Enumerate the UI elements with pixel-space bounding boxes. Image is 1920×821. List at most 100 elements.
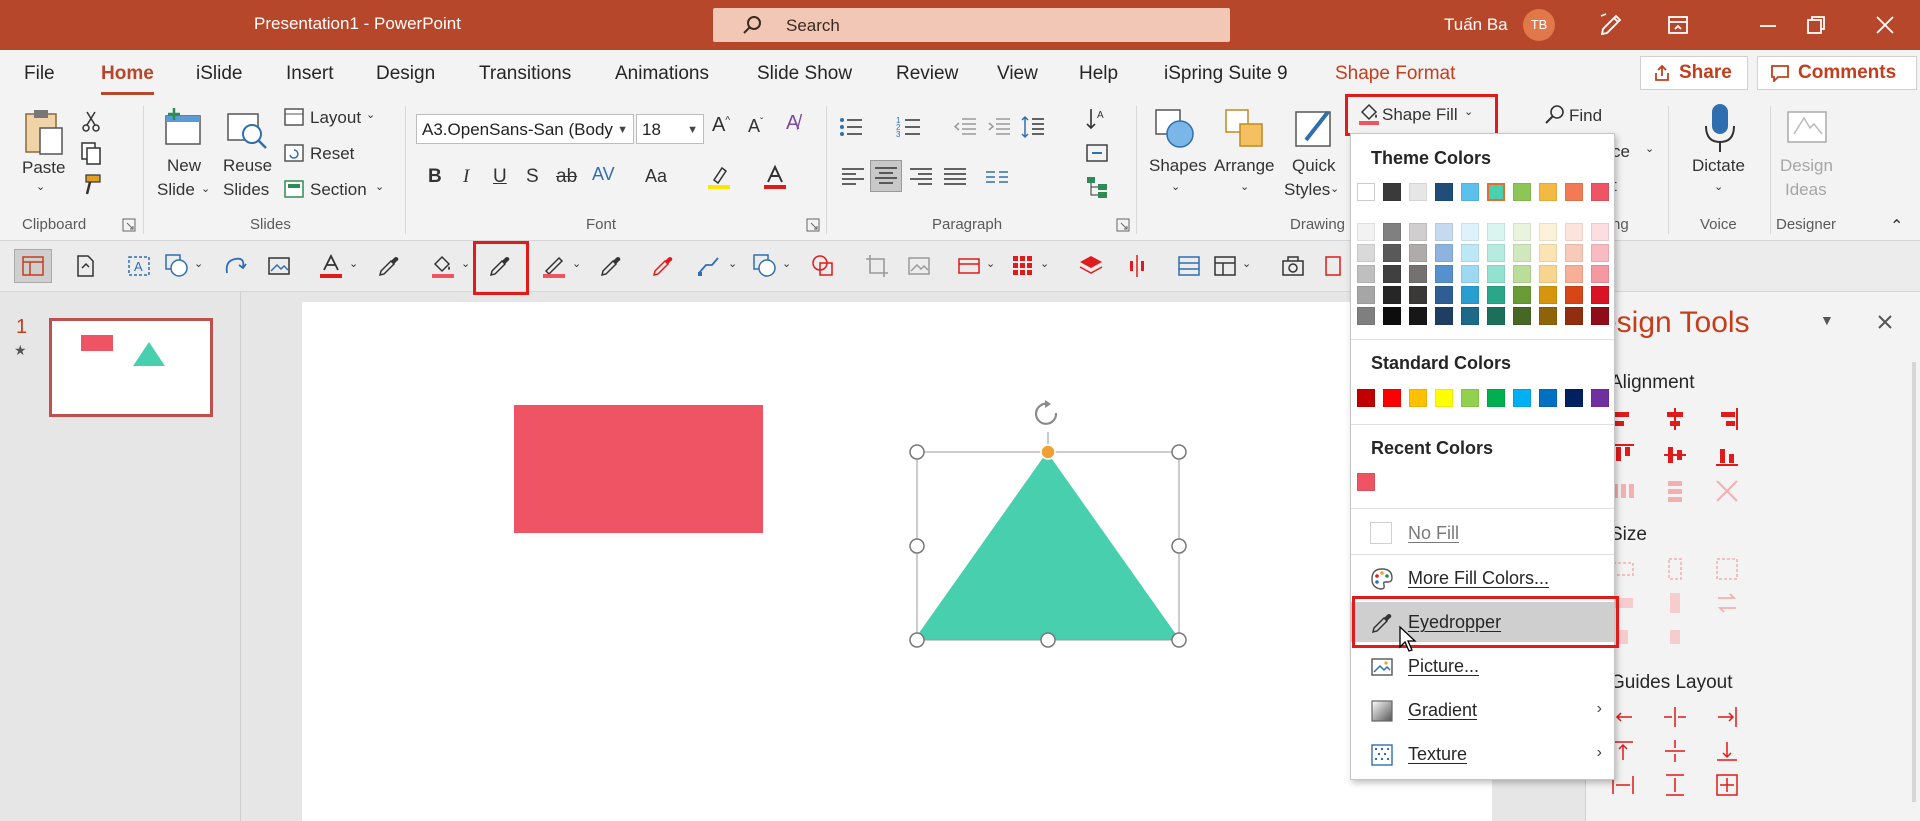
standard-color-swatch[interactable] bbox=[1435, 389, 1453, 407]
theme-shade-swatch[interactable] bbox=[1591, 244, 1609, 262]
minimize-icon[interactable] bbox=[1755, 12, 1781, 38]
format-painter-icon[interactable] bbox=[78, 172, 104, 198]
theme-shade-swatch[interactable] bbox=[1461, 307, 1479, 325]
layout-tool-button[interactable] bbox=[14, 249, 52, 283]
resize-handle[interactable] bbox=[909, 538, 925, 554]
quick-styles-label-1[interactable]: Quick bbox=[1292, 156, 1335, 176]
section-icon[interactable] bbox=[283, 178, 305, 200]
theme-shade-swatch[interactable] bbox=[1565, 265, 1583, 283]
tab-insert[interactable]: Insert bbox=[286, 63, 334, 85]
recolor-icon[interactable] bbox=[222, 253, 248, 279]
slide-layout-icon[interactable] bbox=[1176, 253, 1202, 279]
reuse-slides-label-2[interactable]: Slides bbox=[223, 180, 269, 200]
slide-canvas[interactable] bbox=[302, 302, 1492, 821]
theme-shade-swatch[interactable] bbox=[1539, 244, 1557, 262]
chevron-down-icon[interactable]: ⌄ bbox=[194, 257, 203, 270]
theme-color-swatch[interactable] bbox=[1461, 183, 1479, 201]
search-box[interactable]: Search bbox=[713, 8, 1230, 42]
paste-dropdown-icon[interactable]: ⌄ bbox=[36, 180, 45, 193]
theme-shade-swatch[interactable] bbox=[1409, 244, 1427, 262]
arrange-label[interactable]: Arrange bbox=[1214, 156, 1274, 176]
tab-design[interactable]: Design bbox=[376, 63, 435, 85]
align-text-icon[interactable] bbox=[1084, 140, 1110, 166]
no-fill-item[interactable]: No Fill bbox=[1351, 513, 1614, 553]
shapes-icon[interactable] bbox=[1152, 106, 1198, 152]
chevron-down-icon[interactable]: ⌄ bbox=[1242, 257, 1251, 270]
theme-shade-swatch[interactable] bbox=[1383, 307, 1401, 325]
guide-margin-all-icon[interactable] bbox=[1714, 772, 1740, 798]
reuse-slides-icon[interactable] bbox=[224, 106, 270, 152]
align-right-icon[interactable] bbox=[908, 164, 934, 190]
layout-dropdown-icon[interactable]: ⌄ bbox=[366, 108, 375, 121]
dialog-launcher-icon[interactable] bbox=[122, 218, 136, 232]
more-fill-colors-item[interactable]: More Fill Colors... bbox=[1351, 558, 1614, 598]
chevron-down-icon[interactable]: ⌄ bbox=[782, 257, 791, 270]
guide-center-h-icon[interactable] bbox=[1662, 704, 1688, 730]
numbering-icon[interactable]: 123 bbox=[896, 114, 922, 140]
theme-shade-swatch[interactable] bbox=[1383, 244, 1401, 262]
textbox-icon[interactable]: A bbox=[126, 253, 152, 279]
gradient-item[interactable]: Gradient › bbox=[1351, 690, 1614, 730]
grid-tool-icon[interactable] bbox=[1010, 253, 1036, 279]
change-case-icon[interactable]: Aa bbox=[645, 166, 667, 187]
dictate-label[interactable]: Dictate bbox=[1692, 156, 1745, 176]
resize-handle[interactable] bbox=[909, 444, 925, 460]
theme-shade-swatch[interactable] bbox=[1461, 244, 1479, 262]
decrease-indent-icon[interactable] bbox=[952, 114, 978, 140]
merge-shapes-icon[interactable] bbox=[810, 253, 836, 279]
theme-shade-swatch[interactable] bbox=[1513, 307, 1531, 325]
theme-shade-swatch[interactable] bbox=[1357, 223, 1375, 241]
theme-shade-swatch[interactable] bbox=[1591, 307, 1609, 325]
cut-icon[interactable] bbox=[78, 108, 104, 134]
tab-slide-show[interactable]: Slide Show bbox=[757, 63, 852, 85]
strikethrough-icon[interactable]: ab bbox=[556, 166, 577, 188]
font-color-tool-icon[interactable] bbox=[318, 253, 344, 279]
tab-view[interactable]: View bbox=[997, 63, 1038, 85]
tab-review[interactable]: Review bbox=[896, 63, 958, 85]
standard-color-swatch[interactable] bbox=[1383, 389, 1401, 407]
bold-icon[interactable]: B bbox=[428, 166, 442, 188]
swap-size-icon[interactable] bbox=[1714, 590, 1740, 616]
theme-shade-swatch[interactable] bbox=[1513, 244, 1531, 262]
close-pane-icon[interactable] bbox=[1876, 313, 1894, 331]
theme-shade-swatch[interactable] bbox=[1591, 286, 1609, 304]
theme-shade-swatch[interactable] bbox=[1487, 265, 1505, 283]
paste-label[interactable]: Paste bbox=[22, 158, 65, 178]
user-name[interactable]: Tuấn Ba bbox=[1444, 15, 1508, 35]
theme-shade-swatch[interactable] bbox=[1565, 223, 1583, 241]
theme-shade-swatch[interactable] bbox=[1435, 307, 1453, 325]
theme-shade-swatch[interactable] bbox=[1565, 307, 1583, 325]
theme-shade-swatch[interactable] bbox=[1513, 286, 1531, 304]
clear-formatting-icon[interactable]: A̸ bbox=[786, 112, 799, 135]
theme-color-swatch[interactable] bbox=[1487, 183, 1505, 201]
slide-thumbnail[interactable] bbox=[49, 318, 213, 417]
theme-shade-swatch[interactable] bbox=[1383, 286, 1401, 304]
triangle-shape[interactable] bbox=[914, 452, 1180, 640]
align-left-icon[interactable] bbox=[840, 164, 866, 190]
dialog-launcher-icon[interactable] bbox=[806, 218, 820, 232]
smartart-icon[interactable] bbox=[1084, 174, 1110, 200]
theme-shade-swatch[interactable] bbox=[1487, 286, 1505, 304]
underline-icon[interactable]: U bbox=[493, 166, 507, 188]
line-spacing-icon[interactable] bbox=[1020, 114, 1046, 140]
tab-ispring[interactable]: iSpring Suite 9 bbox=[1164, 63, 1288, 85]
fill-color-tool-icon[interactable] bbox=[430, 253, 456, 279]
shapes-label[interactable]: Shapes bbox=[1149, 156, 1207, 176]
chevron-down-icon[interactable]: ⌄ bbox=[461, 257, 470, 270]
image-tool-icon[interactable] bbox=[266, 253, 292, 279]
theme-shade-swatch[interactable] bbox=[1565, 244, 1583, 262]
theme-shade-swatch[interactable] bbox=[1357, 244, 1375, 262]
tab-animations[interactable]: Animations bbox=[615, 63, 709, 85]
pen-icon[interactable] bbox=[1598, 12, 1624, 38]
theme-color-swatch[interactable] bbox=[1357, 183, 1375, 201]
theme-shade-swatch[interactable] bbox=[1409, 223, 1427, 241]
resize-handle[interactable] bbox=[1040, 632, 1056, 648]
text-eyedropper-icon[interactable] bbox=[376, 253, 402, 279]
theme-shade-swatch[interactable] bbox=[1383, 265, 1401, 283]
dictate-dropdown-icon[interactable]: ⌄ bbox=[1714, 180, 1723, 193]
same-height-icon[interactable] bbox=[1662, 556, 1688, 582]
align-middle-objects-icon[interactable] bbox=[1662, 442, 1688, 468]
align-right-objects-icon[interactable] bbox=[1714, 406, 1740, 432]
layout-icon[interactable] bbox=[283, 106, 305, 128]
new-slide-label-1[interactable]: New bbox=[167, 156, 201, 176]
